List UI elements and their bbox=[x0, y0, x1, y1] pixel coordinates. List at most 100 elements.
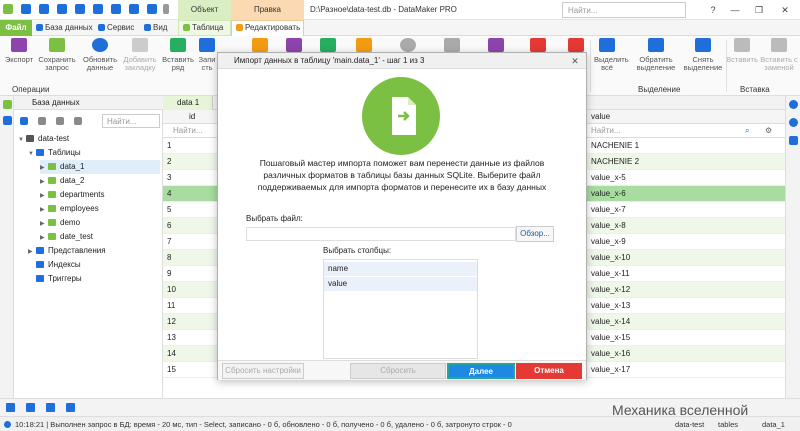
maximize-button[interactable]: ❐ bbox=[748, 0, 770, 20]
run-icon[interactable] bbox=[46, 403, 55, 412]
caret-right-icon[interactable]: ▶ bbox=[40, 203, 48, 217]
gear-icon[interactable]: ⚙ bbox=[765, 126, 772, 135]
undo-icon[interactable] bbox=[93, 4, 103, 14]
insert-row-button[interactable]: Вставить ряд bbox=[160, 38, 196, 84]
cell-value[interactable]: value_x-5 bbox=[591, 170, 626, 186]
select-all-button[interactable]: Выделить всё bbox=[594, 38, 629, 84]
column-item-value[interactable]: value bbox=[324, 277, 477, 291]
settings-icon[interactable] bbox=[147, 4, 157, 14]
cell-value[interactable]: value_x-9 bbox=[591, 234, 626, 250]
cell-id[interactable]: 11 bbox=[167, 298, 175, 314]
reset-settings-button[interactable]: Сбросить настройки bbox=[222, 363, 304, 379]
tree-table-demo[interactable]: ▶ demo bbox=[40, 216, 80, 230]
cell-id[interactable]: 4 bbox=[167, 186, 171, 202]
snippets-icon[interactable] bbox=[3, 116, 12, 125]
tree-table-departments[interactable]: ▶ departments bbox=[40, 188, 104, 202]
list-icon[interactable] bbox=[66, 403, 75, 412]
cell-value[interactable]: value_x-7 bbox=[591, 202, 626, 218]
tree-table-data1[interactable]: ▶ data_1 bbox=[40, 160, 160, 174]
chart-icon[interactable] bbox=[6, 403, 15, 412]
cell-value[interactable]: value_x-13 bbox=[591, 298, 630, 314]
save-icon[interactable] bbox=[57, 4, 67, 14]
next-button[interactable]: Далее bbox=[447, 363, 515, 379]
caret-right-icon[interactable]: ▶ bbox=[40, 231, 48, 245]
new-file-icon[interactable] bbox=[21, 4, 31, 14]
cell-id[interactable]: 8 bbox=[167, 250, 171, 266]
cell-value[interactable]: NACHENIE 2 bbox=[591, 154, 639, 170]
caret-right-icon[interactable]: ▶ bbox=[40, 175, 48, 189]
search-icon[interactable]: ⌕ bbox=[745, 126, 749, 136]
column-item-name[interactable]: name bbox=[324, 262, 477, 276]
tab-file[interactable]: Файл bbox=[0, 20, 32, 36]
tree-indexes[interactable]: Индексы bbox=[28, 258, 81, 272]
caret-down-icon[interactable]: ▼ bbox=[18, 133, 26, 147]
clear-selection-button[interactable]: Снять выделение bbox=[682, 38, 724, 84]
add-bookmark-button[interactable]: Добавить закладку bbox=[120, 38, 160, 84]
cell-value[interactable]: value_x-6 bbox=[591, 186, 626, 202]
cell-id[interactable]: 14 bbox=[167, 346, 176, 362]
caret-right-icon[interactable]: ▶ bbox=[28, 245, 36, 259]
redo-icon[interactable] bbox=[111, 4, 121, 14]
tree-views[interactable]: ▶ Представления bbox=[28, 244, 106, 258]
cell-id[interactable]: 9 bbox=[167, 266, 171, 282]
tree-table-data2[interactable]: ▶ data_2 bbox=[40, 174, 84, 188]
reset-button[interactable]: Сбросить bbox=[350, 363, 446, 379]
tree-db[interactable]: ▼ data-test bbox=[18, 132, 69, 146]
cell-value[interactable]: value_x-8 bbox=[591, 218, 626, 234]
invert-selection-button[interactable]: Обратить выделение bbox=[634, 38, 678, 84]
cell-id[interactable]: 1 bbox=[167, 138, 171, 154]
print-icon[interactable] bbox=[75, 4, 85, 14]
refresh-button[interactable]: Обновить данные bbox=[80, 38, 120, 84]
cell-value[interactable]: value_x-16 bbox=[591, 346, 630, 362]
cell-id[interactable]: 5 bbox=[167, 202, 171, 218]
paste-button[interactable]: Вставить bbox=[725, 38, 759, 84]
columns-list[interactable]: name value bbox=[323, 259, 478, 359]
cell-id[interactable]: 10 bbox=[167, 282, 176, 298]
cell-id[interactable]: 2 bbox=[167, 154, 171, 170]
tab-edit[interactable]: Редактировать bbox=[231, 20, 304, 36]
db-icon[interactable] bbox=[3, 100, 12, 109]
tab-table[interactable]: Таблица bbox=[178, 20, 231, 36]
open-file-icon[interactable] bbox=[39, 4, 49, 14]
filter-id-input[interactable]: Найти... bbox=[173, 126, 203, 135]
col-id-header[interactable]: id bbox=[189, 112, 195, 121]
tools-icon[interactable] bbox=[129, 4, 139, 14]
settings-side-icon[interactable] bbox=[789, 100, 798, 109]
tree-triggers[interactable]: Триггеры bbox=[28, 272, 82, 286]
close-window-button[interactable]: ✕ bbox=[774, 0, 796, 20]
cancel-button[interactable]: Отмена bbox=[516, 363, 582, 379]
refresh-tree-icon[interactable] bbox=[20, 117, 28, 125]
cell-id[interactable]: 3 bbox=[167, 170, 171, 186]
tab-service[interactable]: Сервис bbox=[98, 20, 134, 36]
tab-database[interactable]: База данных bbox=[36, 20, 93, 36]
file-path-input[interactable] bbox=[246, 227, 516, 241]
caret-right-icon[interactable]: ▶ bbox=[40, 189, 48, 203]
cell-value[interactable]: value_x-11 bbox=[591, 266, 630, 282]
partial-button[interactable]: Запи сть bbox=[197, 38, 217, 84]
grid-tab-data1[interactable]: data 1 bbox=[163, 96, 213, 110]
cell-value[interactable]: NACHENIE 1 bbox=[591, 138, 639, 154]
cell-value[interactable]: value_x-12 bbox=[591, 282, 630, 298]
cell-id[interactable]: 13 bbox=[167, 330, 176, 346]
sync-icon[interactable] bbox=[38, 117, 46, 125]
export-button[interactable]: Экспорт bbox=[2, 38, 36, 84]
props-side-icon[interactable] bbox=[789, 136, 798, 145]
dialog-close-button[interactable]: ✕ bbox=[568, 53, 582, 69]
col-value-header[interactable]: value bbox=[591, 112, 610, 121]
browse-button[interactable]: Обзор... bbox=[516, 226, 554, 242]
collapse-icon[interactable] bbox=[56, 117, 64, 125]
cell-value[interactable]: value_x-10 bbox=[591, 250, 630, 266]
save-query-button[interactable]: Сохранить запрос bbox=[37, 38, 77, 84]
cell-id[interactable]: 15 bbox=[167, 362, 176, 378]
dropdown-icon[interactable] bbox=[163, 4, 169, 14]
cell-value[interactable]: value_x-14 bbox=[591, 314, 630, 330]
cell-id[interactable]: 7 bbox=[167, 234, 171, 250]
tree-tables[interactable]: ▼ Таблицы bbox=[28, 146, 81, 160]
caret-right-icon[interactable]: ▶ bbox=[40, 217, 48, 231]
caret-right-icon[interactable]: ▶ bbox=[40, 161, 48, 175]
filter-value-input[interactable]: Найти... bbox=[591, 126, 621, 135]
tree-table-datetest[interactable]: ▶ date_test bbox=[40, 230, 93, 244]
pin-icon[interactable] bbox=[26, 403, 35, 412]
app-menu-icon[interactable] bbox=[3, 4, 13, 14]
tab-view[interactable]: Вид bbox=[144, 20, 167, 36]
